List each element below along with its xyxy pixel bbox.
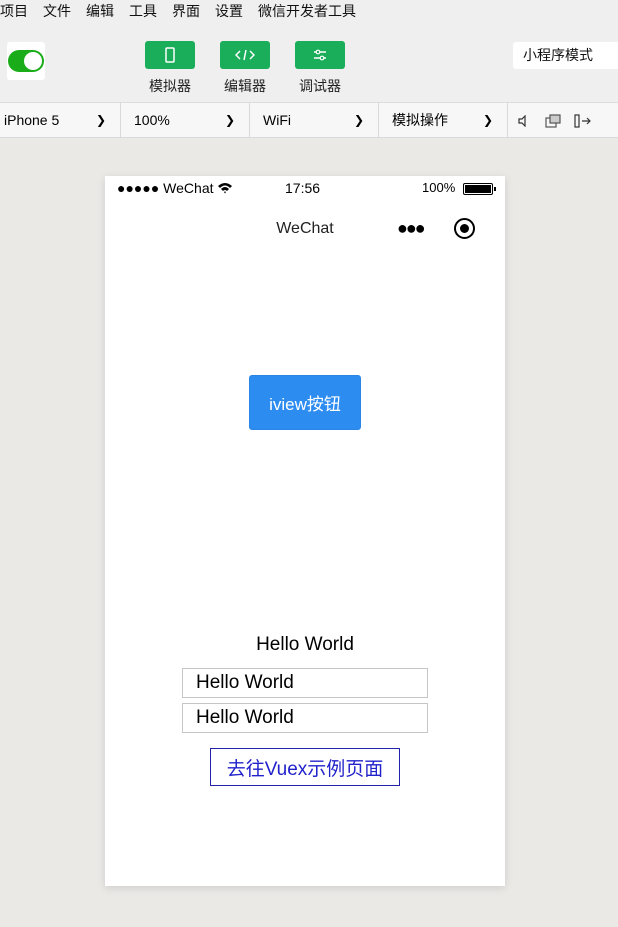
battery-icon (463, 183, 496, 195)
simulator-tool[interactable]: 模拟器 (145, 41, 195, 96)
toggle-switch[interactable] (8, 50, 44, 72)
hello-input-2[interactable] (182, 703, 428, 733)
operation-select-value: 模拟操作 (392, 112, 448, 128)
device-icons (508, 103, 598, 138)
volume-icon[interactable] (508, 114, 538, 127)
network-select[interactable]: WiFi ❯ (250, 103, 379, 138)
menu-item-interface[interactable]: 界面 (172, 1, 208, 21)
wifi-icon (218, 183, 233, 194)
menubar: 项目 文件 编辑 工具 界面 设置 微信开发者工具 (0, 0, 618, 22)
debugger-tool[interactable]: 调试器 (295, 41, 345, 96)
zoom-select-value: 100% (134, 112, 170, 128)
menu-item-tools[interactable]: 工具 (129, 1, 165, 21)
operation-select[interactable]: 模拟操作 ❯ (379, 103, 508, 138)
simulator-button[interactable] (145, 41, 195, 69)
mode-select[interactable]: 小程序模式 (513, 42, 618, 69)
phone-simulator: ●●●●● WeChat 17:56 100% WeChat ●●● iview… (105, 176, 505, 886)
window-icon[interactable] (538, 113, 568, 128)
chevron-down-icon: ❯ (482, 113, 493, 127)
vuex-link-button[interactable]: 去往Vuex示例页面 (210, 748, 400, 786)
avatar[interactable] (7, 42, 45, 80)
close-capsule-icon[interactable] (454, 218, 475, 239)
toolbar: 模拟器 编辑器 调试器 小程序模式 (0, 22, 618, 103)
chevron-down-icon: ❯ (95, 113, 106, 127)
editor-label: 编辑器 (224, 78, 266, 94)
iview-button[interactable]: iview按钮 (249, 375, 361, 430)
debugger-button[interactable] (295, 41, 345, 69)
code-icon (235, 49, 255, 61)
menu-item-devtools[interactable]: 微信开发者工具 (258, 1, 364, 21)
device-bar: iPhone 5 ❯ 100% ❯ WiFi ❯ 模拟操作 ❯ (0, 103, 618, 138)
hello-text: Hello World (256, 634, 354, 655)
phone-icon (165, 47, 175, 63)
chevron-down-icon: ❯ (353, 113, 364, 127)
editor-tool[interactable]: 编辑器 (220, 41, 270, 96)
simulator-label: 模拟器 (149, 78, 191, 94)
menu-item-settings[interactable]: 设置 (215, 1, 251, 21)
menu-item-project[interactable]: 项目 (0, 1, 36, 21)
chevron-down-icon: ❯ (224, 113, 235, 127)
status-time: 17:56 (285, 180, 321, 196)
menu-item-file[interactable]: 文件 (43, 1, 79, 21)
device-select-value: iPhone 5 (4, 112, 60, 128)
device-select[interactable]: iPhone 5 ❯ (0, 103, 121, 138)
nav-bar: WeChat ●●● (105, 212, 505, 244)
more-icon[interactable]: ●●● (397, 218, 426, 239)
battery-percent: 100% (422, 180, 456, 195)
nav-title: WeChat (276, 220, 334, 237)
zoom-select[interactable]: 100% ❯ (121, 103, 250, 138)
sliders-icon (314, 49, 326, 61)
menu-item-edit[interactable]: 编辑 (86, 1, 122, 21)
status-bar: ●●●●● WeChat 17:56 100% (105, 176, 505, 200)
debugger-label: 调试器 (299, 78, 341, 94)
exit-icon[interactable] (568, 113, 598, 128)
hello-input-1[interactable] (182, 668, 428, 698)
carrier-text: ●●●●● WeChat (117, 180, 233, 196)
network-select-value: WiFi (263, 112, 291, 128)
editor-button[interactable] (220, 41, 270, 69)
